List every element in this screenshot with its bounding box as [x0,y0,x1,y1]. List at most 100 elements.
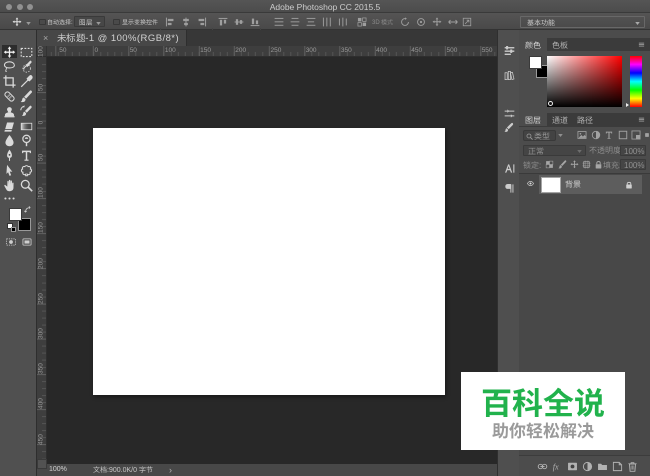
layer-filter-kind-dropdown[interactable] [523,129,556,141]
ruler-label: 50 [37,83,45,91]
lock-all-icon[interactable] [594,160,603,169]
filter-image-icon[interactable] [577,130,587,140]
custom-shape-tool[interactable] [19,163,34,177]
auto-align-layers-icon[interactable] [357,17,367,27]
tab-layers[interactable] [519,113,547,126]
3d-rotate-icon[interactable] [400,17,410,27]
new-adjustment-layer-icon[interactable] [582,461,593,472]
foreground-color-swatch[interactable] [9,208,22,221]
lasso-tool[interactable] [2,59,17,73]
blend-mode-dropdown[interactable] [523,144,586,156]
tool-preset-chevron-icon[interactable] [26,22,31,25]
layer-row-background[interactable] [519,175,650,194]
blur-tool[interactable] [2,133,17,147]
spot-healing-brush-tool[interactable] [2,89,17,102]
default-colors-icon[interactable] [7,223,16,232]
type-tool[interactable] [19,148,34,161]
align-vertical-centers-icon[interactable] [234,17,244,27]
zoom-level[interactable]: 100% [49,466,67,473]
distribute-top-edges-icon[interactable] [274,17,284,27]
layers-panel-menu-icon[interactable] [638,117,645,123]
quick-mask-mode-button[interactable] [5,237,17,247]
gradient-tool[interactable] [19,119,34,132]
filter-smart-object-icon[interactable] [631,130,641,140]
filter-toggle-icon[interactable] [644,132,650,138]
lock-artboard-icon[interactable] [582,160,591,169]
3d-drag-icon[interactable] [432,17,442,27]
brush-tool[interactable] [19,89,34,103]
canvas[interactable] [93,127,445,395]
align-horizontal-centers-icon[interactable] [181,17,191,27]
move-tool[interactable] [2,44,17,58]
layers-panel-tabs [519,113,650,127]
ruler-label: 450 [37,433,45,445]
zoom-tool[interactable] [19,178,34,192]
screen-mode-button[interactable] [21,237,33,247]
document-tab[interactable]: × -1 @ 100%(RGB/8*) [37,30,188,46]
eyedropper-tool[interactable] [19,74,34,88]
tab-channels[interactable] [546,113,574,126]
switch-colors-icon[interactable] [24,206,32,214]
align-top-edges-icon[interactable] [218,17,228,27]
delete-layer-icon[interactable] [627,461,638,472]
auto-select-target-dropdown[interactable] [74,16,105,27]
3d-slide-icon[interactable] [448,17,458,27]
tab-paths[interactable] [571,113,599,126]
pen-tool[interactable] [2,148,17,161]
add-layer-mask-icon[interactable] [567,461,578,472]
workspace-dropdown[interactable] [520,16,645,28]
libraries-panel-icon[interactable] [504,70,515,81]
color-panel-menu-icon[interactable] [638,42,645,48]
clone-stamp-tool[interactable] [2,104,17,118]
tab-close-icon[interactable]: × [43,33,48,43]
fill-dropdown[interactable]: 100% [620,159,646,170]
lock-transparent-pixels-icon[interactable] [545,160,554,169]
tab-swatches[interactable] [546,38,574,51]
color-field-marker[interactable] [548,101,553,106]
edit-toolbar-ellipsis-button[interactable] [2,191,17,204]
distribute-vertical-centers-icon[interactable] [290,17,300,27]
dodge-tool[interactable] [19,133,34,147]
foreground-color-swatch-panel[interactable] [529,56,542,69]
align-right-edges-icon[interactable] [197,17,207,27]
filter-kind-chevron-icon[interactable] [557,133,563,137]
character-panel-icon[interactable] [504,163,515,174]
3d-scale-icon[interactable] [462,17,472,27]
adjustments-panel-icon[interactable] [504,108,515,119]
hue-slider-marker[interactable] [626,102,629,107]
crop-tool[interactable] [2,74,17,88]
new-group-icon[interactable] [597,461,608,472]
paragraph-panel-icon[interactable] [504,183,515,194]
new-layer-icon[interactable] [612,461,623,472]
align-left-edges-icon[interactable] [165,17,175,27]
history-brush-tool[interactable] [19,104,34,117]
auto-select-checkbox[interactable] [39,18,46,25]
saturation-brightness-field[interactable] [547,56,622,107]
layer-thumbnail[interactable] [541,176,561,193]
layer-visibility-eye-icon[interactable] [526,180,535,187]
lock-position-icon[interactable] [570,160,579,169]
link-layers-icon[interactable] [537,461,548,472]
color-knobs-panel-icon[interactable] [504,45,515,56]
rectangular-marquee-tool[interactable] [19,45,34,58]
3d-roll-icon[interactable] [416,17,426,27]
hand-tool[interactable] [2,178,17,191]
distribute-horizontal-centers-icon[interactable] [338,17,348,27]
filter-shape-icon[interactable] [618,130,628,140]
opacity-dropdown[interactable]: 100% [620,144,646,156]
align-bottom-edges-icon[interactable] [250,17,260,27]
filter-adjustment-icon[interactable] [591,130,601,140]
hue-slider[interactable] [630,56,642,107]
eraser-tool[interactable] [2,119,17,132]
quick-selection-tool[interactable] [19,59,34,73]
path-selection-tool[interactable] [2,163,17,176]
layer-style-fx-icon[interactable]: fx [552,461,563,472]
show-transform-checkbox[interactable] [113,18,120,25]
filter-type-icon[interactable] [604,130,614,140]
distribute-bottom-edges-icon[interactable] [306,17,316,27]
lock-image-pixels-icon[interactable] [558,160,567,169]
styles-panel-icon[interactable] [503,122,515,133]
distribute-left-edges-icon[interactable] [322,17,332,27]
status-chevron-icon[interactable]: › [169,465,172,475]
tab-color[interactable] [519,38,547,51]
